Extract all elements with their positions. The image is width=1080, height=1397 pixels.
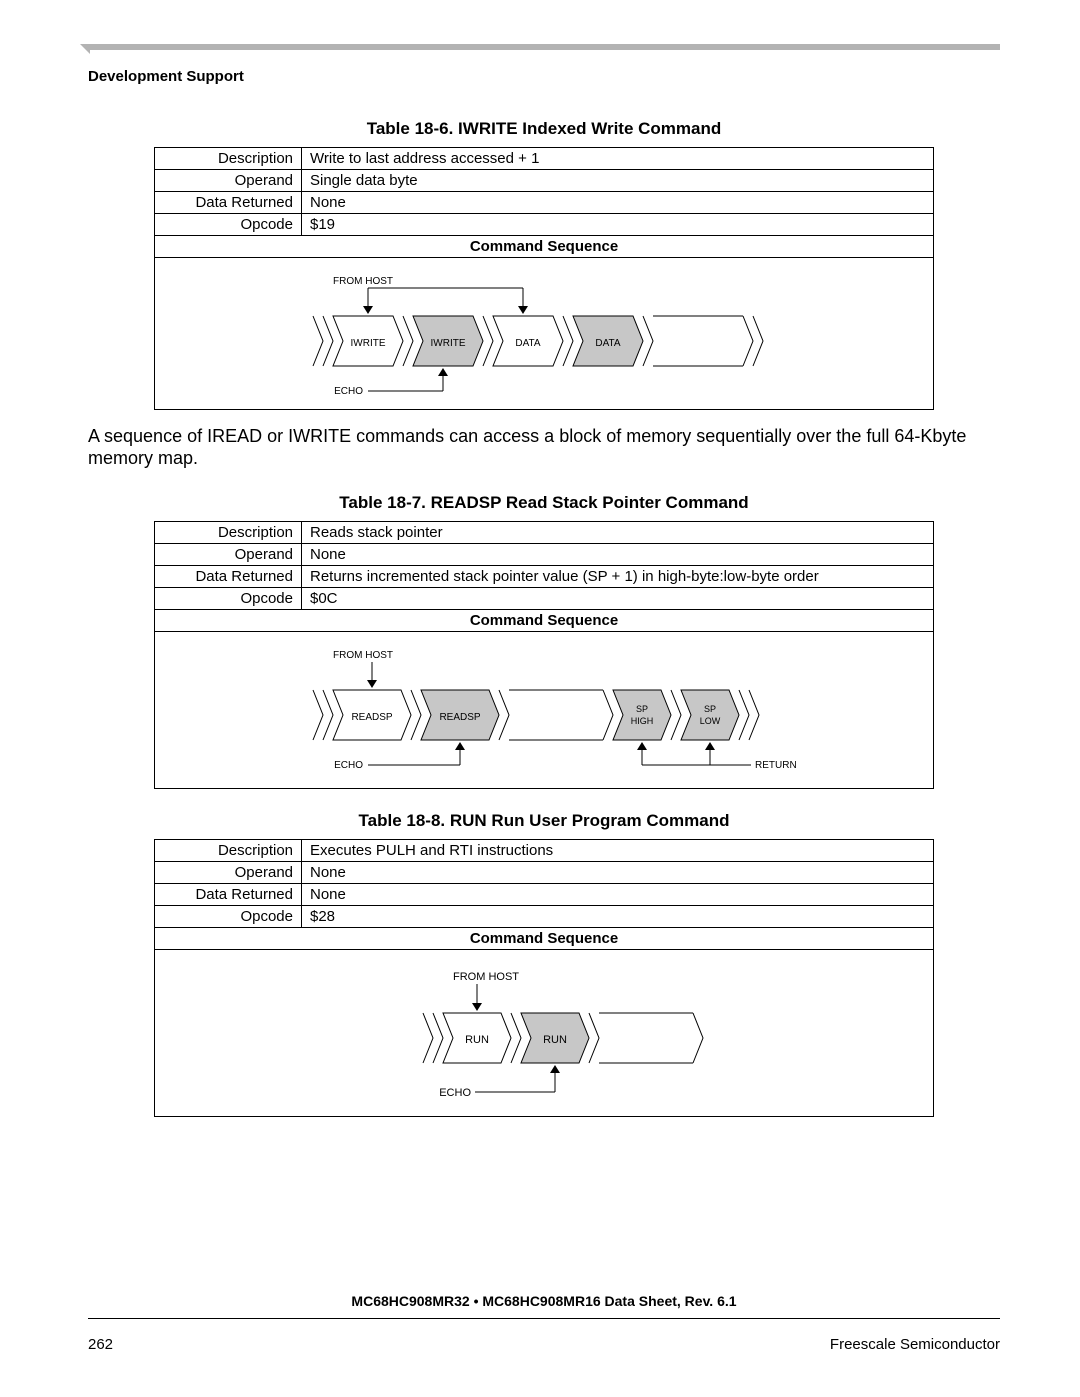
command-sequence-header: Command Sequence: [155, 928, 934, 950]
diagram-cell: IWRITE IWRITE DATA DATA FROM HOST ECHO: [155, 258, 934, 410]
table-row: Opcode $19: [155, 214, 934, 236]
diagram-label: SP: [636, 704, 648, 714]
cell-value: $19: [302, 214, 934, 236]
run-timing-diagram: RUN RUN FROM HOST ECHO: [163, 958, 923, 1108]
cell-label: Operand: [155, 170, 302, 192]
table-row: Command Sequence: [155, 610, 934, 632]
footer-rule: [88, 1318, 1000, 1319]
table-row: RUN RUN FROM HOST ECHO: [155, 950, 934, 1117]
table-row: Operand Single data byte: [155, 170, 934, 192]
cell-value: Reads stack pointer: [302, 522, 934, 544]
cell-label: Description: [155, 840, 302, 862]
document-page: Development Support Table 18-6. IWRITE I…: [0, 0, 1080, 1397]
table-row: Description Executes PULH and RTI instru…: [155, 840, 934, 862]
table-18-7-title: Table 18-7. READSP Read Stack Pointer Co…: [88, 493, 1000, 513]
readsp-timing-diagram: READSP READSP SP HIGH SP LOW FROM HOST E…: [163, 640, 923, 780]
cell-value: None: [302, 192, 934, 214]
table-18-8-title: Table 18-8. RUN Run User Program Command: [88, 811, 1000, 831]
cell-label: Description: [155, 148, 302, 170]
diagram-label: IWRITE: [431, 338, 466, 349]
table-18-6-title: Table 18-6. IWRITE Indexed Write Command: [88, 119, 1000, 139]
diagram-label: READSP: [439, 712, 480, 723]
table-row: Opcode $0C: [155, 588, 934, 610]
echo-label: ECHO: [439, 1087, 471, 1099]
diagram-label: HIGH: [631, 716, 654, 726]
cell-label: Data Returned: [155, 566, 302, 588]
cell-value: $28: [302, 906, 934, 928]
cell-value: Single data byte: [302, 170, 934, 192]
table-row: Operand None: [155, 544, 934, 566]
diagram-label: LOW: [700, 716, 721, 726]
cell-value: None: [302, 884, 934, 906]
diagram-cell: READSP READSP SP HIGH SP LOW FROM HOST E…: [155, 632, 934, 789]
table-row: Operand None: [155, 862, 934, 884]
diagram-label: READSP: [351, 712, 392, 723]
cell-label: Operand: [155, 544, 302, 566]
cell-label: Operand: [155, 862, 302, 884]
table-row: READSP READSP SP HIGH SP LOW FROM HOST E…: [155, 632, 934, 789]
footer-line: 262 Freescale Semiconductor: [88, 1336, 1000, 1353]
table-row: Command Sequence: [155, 928, 934, 950]
from-host-label: FROM HOST: [453, 971, 519, 983]
cell-label: Data Returned: [155, 192, 302, 214]
header-rule: [88, 44, 1000, 54]
table-row: Data Returned None: [155, 192, 934, 214]
command-sequence-header: Command Sequence: [155, 236, 934, 258]
cell-value: None: [302, 544, 934, 566]
diagram-label: IWRITE: [351, 338, 386, 349]
diagram-cell: RUN RUN FROM HOST ECHO: [155, 950, 934, 1117]
iwrite-timing-diagram: IWRITE IWRITE DATA DATA FROM HOST ECHO: [163, 266, 923, 401]
echo-label: ECHO: [334, 386, 363, 397]
diagram-label: DATA: [515, 338, 541, 349]
page-number: 262: [88, 1336, 113, 1353]
cell-label: Data Returned: [155, 884, 302, 906]
section-heading: Development Support: [88, 68, 1000, 85]
cell-value: None: [302, 862, 934, 884]
cell-label: Opcode: [155, 214, 302, 236]
body-note: A sequence of IREAD or IWRITE commands c…: [88, 426, 1000, 469]
command-sequence-header: Command Sequence: [155, 610, 934, 632]
diagram-label: DATA: [595, 338, 621, 349]
cell-label: Opcode: [155, 906, 302, 928]
from-host-label: FROM HOST: [333, 650, 393, 661]
company-name: Freescale Semiconductor: [830, 1336, 1000, 1353]
footer-doc-id: MC68HC908MR32 • MC68HC908MR16 Data Sheet…: [88, 1293, 1000, 1309]
cell-label: Description: [155, 522, 302, 544]
table-row: Description Write to last address access…: [155, 148, 934, 170]
table-row: Data Returned None: [155, 884, 934, 906]
from-host-label: FROM HOST: [333, 276, 393, 287]
cell-value: Write to last address accessed + 1: [302, 148, 934, 170]
table-18-8: Description Executes PULH and RTI instru…: [154, 839, 934, 1117]
cell-value: Executes PULH and RTI instructions: [302, 840, 934, 862]
return-label: RETURN: [755, 760, 797, 771]
table-row: Description Reads stack pointer: [155, 522, 934, 544]
table-row: Command Sequence: [155, 236, 934, 258]
table-18-7: Description Reads stack pointer Operand …: [154, 521, 934, 789]
diagram-label: RUN: [543, 1034, 567, 1046]
table-row: Opcode $28: [155, 906, 934, 928]
diagram-label: RUN: [465, 1034, 489, 1046]
cell-value: Returns incremented stack pointer value …: [302, 566, 934, 588]
diagram-label: SP: [704, 704, 716, 714]
cell-label: Opcode: [155, 588, 302, 610]
table-row: IWRITE IWRITE DATA DATA FROM HOST ECHO: [155, 258, 934, 410]
table-18-6: Description Write to last address access…: [154, 147, 934, 410]
cell-value: $0C: [302, 588, 934, 610]
table-row: Data Returned Returns incremented stack …: [155, 566, 934, 588]
echo-label: ECHO: [334, 760, 363, 771]
